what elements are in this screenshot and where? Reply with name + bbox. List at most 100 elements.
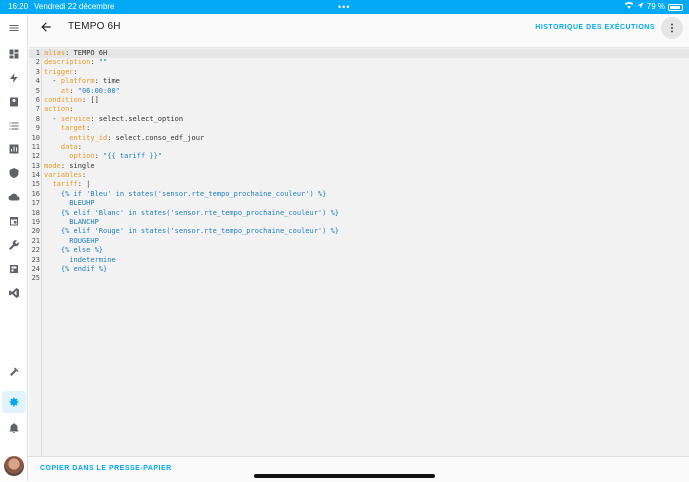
dashboard-icon[interactable] <box>6 46 22 62</box>
status-bar: 16:20 Vendredi 22 décembre ••• 79 % <box>0 0 689 14</box>
code-line[interactable]: 24 {% endif %} <box>29 265 689 274</box>
line-text: BLANCHP <box>44 218 99 227</box>
line-text: ROUGEHP <box>44 236 99 245</box>
logbook-icon[interactable] <box>6 118 22 134</box>
line-number: 11 <box>31 142 40 151</box>
line-number: 16 <box>31 189 40 198</box>
line-number: 4 <box>35 77 40 86</box>
code-line[interactable]: 12 option: "{{ tariff }}" <box>29 152 689 161</box>
line-text: mode: single <box>44 161 95 170</box>
line-text: {% if 'Bleu' in states('sensor.rte_tempo… <box>44 189 327 198</box>
code-line[interactable]: 22 {% else %} <box>29 246 689 255</box>
kebab-menu-icon <box>671 23 673 33</box>
line-number: 21 <box>31 236 40 245</box>
line-text: condition: [] <box>44 95 99 104</box>
line-number: 20 <box>31 227 40 236</box>
line-text: alias: TEMPO 6H <box>44 49 108 57</box>
code-line[interactable]: 13 mode: single <box>29 162 689 171</box>
line-text: {% elif 'Rouge' in states('sensor.rte_te… <box>44 227 340 236</box>
wifi-icon <box>624 0 634 14</box>
code-line[interactable]: 14 variables: <box>29 171 689 180</box>
menu-icon[interactable] <box>6 20 22 36</box>
media-icon[interactable] <box>6 261 22 277</box>
line-number: 7 <box>35 105 40 114</box>
code-line[interactable]: 8 - service: select.select_option <box>29 115 689 124</box>
avatar[interactable] <box>4 456 24 476</box>
history-icon[interactable] <box>6 141 22 157</box>
line-text: - service: select.select_option <box>44 114 184 123</box>
line-text: target: <box>60 124 91 133</box>
line-text: BLEUHP <box>44 199 95 208</box>
line-number: 8 <box>35 114 40 123</box>
code-line[interactable]: 23 indetermine <box>29 256 689 265</box>
code-line[interactable]: 10 entity_id: select.conso_edf_jour <box>29 134 689 143</box>
line-text: {% elif 'Blanc' in states('sensor.rte_te… <box>44 208 340 217</box>
line-text: {% else %} <box>44 246 104 255</box>
status-right: 79 % <box>624 0 683 14</box>
hammer-icon[interactable] <box>6 364 22 380</box>
code-line[interactable]: 2 description: "" <box>29 58 689 67</box>
back-arrow-icon[interactable] <box>39 20 55 36</box>
line-number: 10 <box>31 133 40 142</box>
line-text: at: "06:00:00" <box>60 86 120 95</box>
line-text: - platform: time <box>44 77 120 86</box>
vscode-icon[interactable] <box>6 285 22 301</box>
footer-bar: COPIER DANS LE PRESSE-PAPIER <box>28 456 689 482</box>
sidebar <box>0 14 28 481</box>
code-line[interactable]: 21 ROUGEHP <box>29 237 689 246</box>
code-line[interactable]: 18 {% elif 'Blanc' in states('sensor.rte… <box>29 209 689 218</box>
code-line[interactable]: 20 {% elif 'Rouge' in states('sensor.rte… <box>29 227 689 236</box>
code-line[interactable]: 15 tariff: | <box>29 180 689 189</box>
code-line[interactable]: 4 - platform: time <box>29 77 689 86</box>
line-text: option: "{{ tariff }}" <box>69 152 163 161</box>
line-text: action: <box>44 105 74 114</box>
bell-icon[interactable] <box>6 420 22 436</box>
code-area[interactable]: 1 alias: TEMPO 6H 2 description: "" 3 trigger… <box>29 49 689 284</box>
shield-icon[interactable] <box>6 165 22 181</box>
line-text: description: "" <box>44 58 108 67</box>
line-number: 12 <box>31 152 40 161</box>
line-number: 15 <box>31 180 40 189</box>
yaml-editor[interactable]: 1 alias: TEMPO 6H 2 description: "" 3 trigger… <box>29 47 689 456</box>
line-text: variables: <box>44 171 87 180</box>
page-title: TEMPO 6H <box>68 21 121 32</box>
cloud-icon[interactable] <box>6 189 22 205</box>
map-icon[interactable] <box>6 94 22 110</box>
more-options-button[interactable] <box>661 17 683 39</box>
line-text: tariff: | <box>52 180 91 189</box>
line-text: indetermine <box>44 255 116 264</box>
code-line[interactable]: 11 data: <box>29 143 689 152</box>
code-line[interactable]: 7 action: <box>29 105 689 114</box>
code-line[interactable]: 19 BLANCHP <box>29 218 689 227</box>
line-text: {% endif %} <box>44 264 108 273</box>
code-line[interactable]: 9 target: <box>29 124 689 133</box>
line-number: 18 <box>31 208 40 217</box>
code-line[interactable]: 1 alias: TEMPO 6H <box>29 49 689 59</box>
line-number: 22 <box>31 246 40 255</box>
line-number: 2 <box>35 58 40 67</box>
code-line[interactable]: 3 trigger: <box>29 68 689 77</box>
home-indicator[interactable] <box>254 474 435 478</box>
wrench-icon[interactable] <box>6 237 22 253</box>
code-line[interactable]: 5 at: "06:00:00" <box>29 87 689 96</box>
location-icon <box>637 0 644 14</box>
code-line[interactable]: 17 BLEUHP <box>29 199 689 208</box>
run-history-button[interactable]: HISTORIQUE DES EXÉCUTIONS <box>535 24 655 31</box>
code-line[interactable]: 16 {% if 'Bleu' in states('sensor.rte_te… <box>29 190 689 199</box>
calendar-icon[interactable] <box>6 213 22 229</box>
line-text: trigger: <box>44 67 78 76</box>
line-number: 24 <box>31 264 40 273</box>
status-time: 16:20 <box>8 2 29 11</box>
line-number: 17 <box>31 199 40 208</box>
line-number: 19 <box>31 218 40 227</box>
energy-icon[interactable] <box>6 70 22 86</box>
line-number: 13 <box>31 161 40 170</box>
status-date: Vendredi 22 décembre <box>34 2 115 11</box>
copy-to-clipboard-button[interactable]: COPIER DANS LE PRESSE-PAPIER <box>40 465 172 472</box>
multitask-dots[interactable]: ••• <box>338 0 350 14</box>
code-line[interactable]: 6 condition: [] <box>29 96 689 105</box>
page-header: TEMPO 6H HISTORIQUE DES EXÉCUTIONS <box>28 14 689 42</box>
line-text: data: <box>60 142 82 151</box>
code-line[interactable]: 25 <box>29 274 689 283</box>
settings-icon[interactable] <box>6 394 22 410</box>
